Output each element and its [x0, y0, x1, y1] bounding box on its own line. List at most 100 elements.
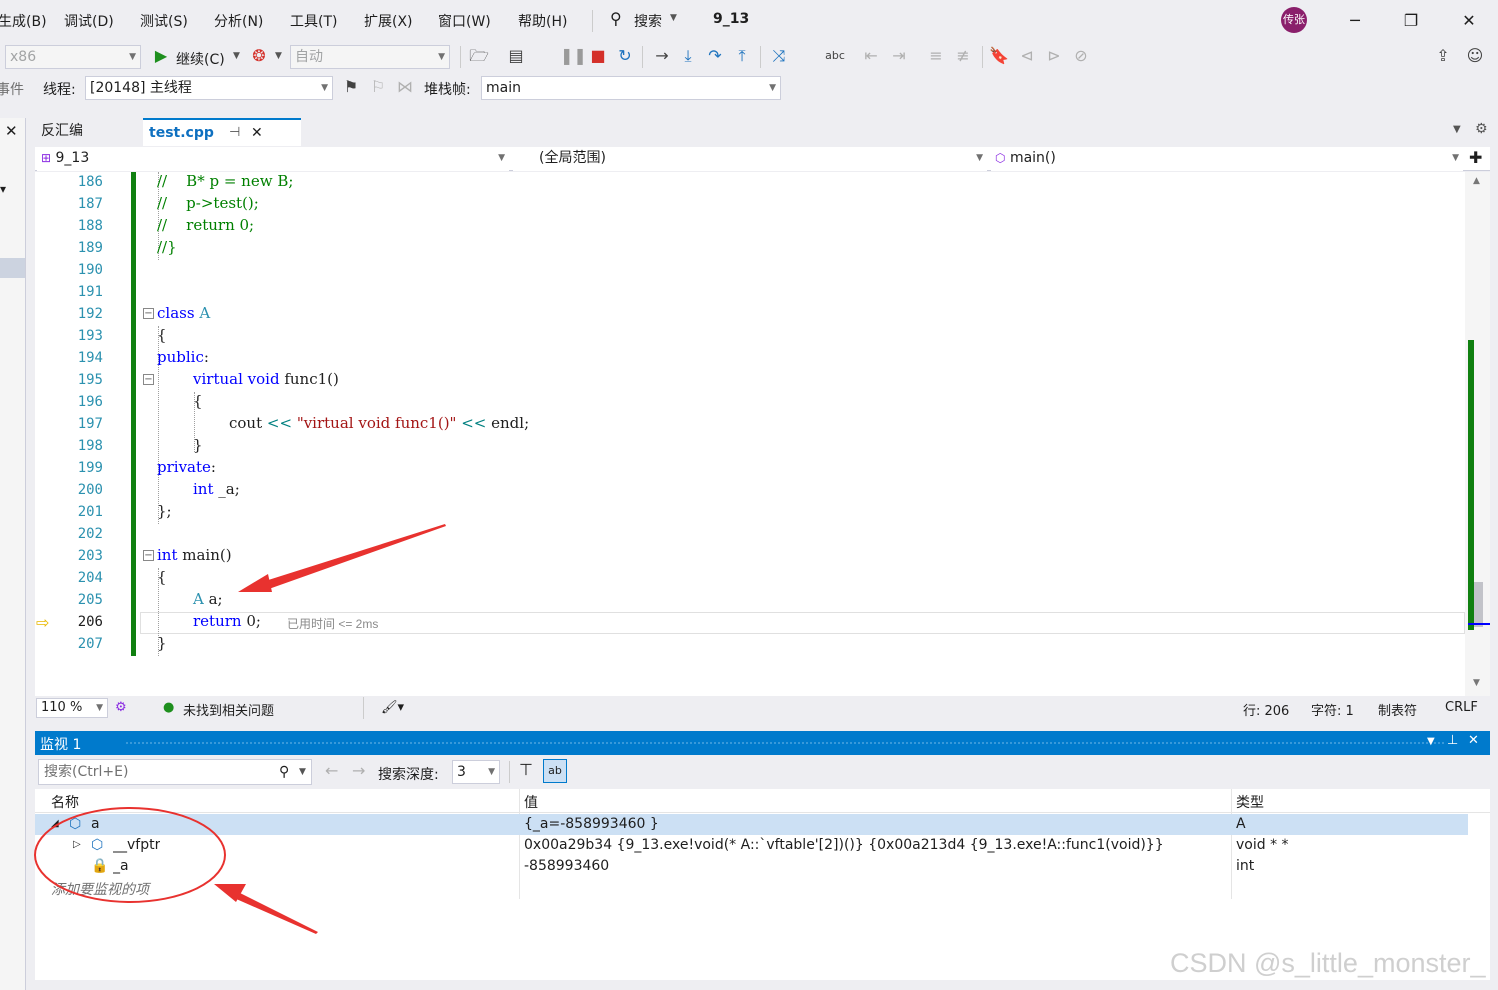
clear-bookmarks-icon[interactable]: ⊘ [1070, 45, 1092, 67]
column-type[interactable]: 类型 [1236, 792, 1264, 812]
back-icon[interactable]: ← [325, 761, 338, 780]
scroll-up-icon[interactable]: ▲ [1473, 176, 1480, 186]
hot-reload-icon[interactable]: ❂ [248, 45, 270, 67]
issues-status[interactable]: 未找到相关问题 [183, 700, 274, 719]
menu-help[interactable]: 帮助(H) [518, 11, 567, 31]
menu-extensions[interactable]: 扩展(X) [364, 11, 413, 31]
tab-disassembly[interactable]: 反汇编 [35, 118, 143, 146]
threads-icon[interactable]: ⤨ [768, 45, 790, 67]
copilot-icon[interactable]: ⚙ [115, 700, 127, 715]
folder-icon[interactable]: 🗁 [468, 45, 490, 67]
code-editor[interactable]: 186 187 188 189 190 191 192 193 194 195 196 197 198 1… [35, 172, 1490, 696]
restore-icon[interactable]: ❐ [1396, 8, 1426, 34]
feedback-icon[interactable]: ☺ [1464, 45, 1486, 67]
indent-icon[interactable]: ⇤ [860, 45, 882, 67]
code-cleanup-icon[interactable]: 🖌▾ [381, 700, 404, 715]
tab-test-cpp[interactable]: test.cpp ⊣ ✕ [143, 118, 301, 146]
watch-row-member-a[interactable]: 🔒 _a -858993460 int [35, 856, 1468, 877]
stackframe-select[interactable]: main ▼ [481, 76, 781, 100]
add-watch-placeholder[interactable]: 添加要监视的项 [51, 879, 149, 899]
collapse-icon[interactable]: − [143, 308, 154, 319]
menu-debug[interactable]: 调试(D) [64, 11, 114, 31]
scroll-down-icon[interactable]: ▼ [1473, 678, 1480, 688]
line-indicator[interactable]: 行: 206 [1243, 700, 1289, 719]
chevron-down-icon[interactable]: ▼ [299, 760, 306, 784]
pause-icon[interactable]: ❚❚ [560, 45, 587, 67]
menu-tools[interactable]: 工具(T) [290, 11, 337, 31]
close-icon[interactable]: ✕ [1468, 733, 1479, 748]
watch-panel-title[interactable]: 监视 1 ▼ ⊥ ✕ [35, 731, 1490, 755]
watch-row-a[interactable]: ◢ ⬡ a {_a=-858993460 } A [35, 814, 1468, 835]
watch-search-input[interactable]: 搜索(Ctrl+E) ⚲ ▼ [38, 759, 312, 785]
menu-window[interactable]: 窗口(W) [438, 11, 491, 31]
menu-build[interactable]: 生成(B) [0, 11, 47, 31]
watch-value[interactable]: 0x00a29b34 {9_13.exe!void(* A::`vftable'… [524, 837, 1224, 853]
tabs-indicator[interactable]: 制表符 [1378, 700, 1417, 719]
next-bookmark-icon[interactable]: ⊳ [1043, 45, 1065, 67]
chevron-down-icon[interactable]: ▼ [1427, 736, 1435, 747]
search-button[interactable]: ⚲ 搜索 ▼ [608, 9, 688, 33]
project-select[interactable]: ⊞ 9_13 ▼ [37, 147, 509, 171]
stop-icon[interactable]: ■ [587, 45, 609, 67]
gear-icon[interactable]: ⚙ [1475, 121, 1488, 137]
minimize-icon[interactable]: ─ [1340, 8, 1370, 34]
play-icon[interactable]: ▶ [150, 45, 172, 67]
step-over-icon[interactable]: ↷ [704, 45, 726, 67]
spell-check-icon[interactable]: abc [824, 45, 846, 67]
step-into-icon[interactable]: ⤓ [677, 45, 699, 67]
auto-select[interactable]: 自动 ▼ [290, 45, 450, 69]
watch-value[interactable]: -858993460 [524, 858, 1224, 874]
forward-icon[interactable]: → [352, 761, 365, 780]
column-name[interactable]: 名称 [51, 792, 79, 812]
layout-icon[interactable]: ▤ [505, 45, 527, 67]
char-indicator[interactable]: 字符: 1 [1311, 700, 1354, 719]
close-icon[interactable]: ✕ [251, 120, 263, 146]
filter-icon[interactable]: ⋈ [394, 76, 416, 98]
eol-indicator[interactable]: CRLF [1445, 700, 1478, 715]
left-strip-tab[interactable] [0, 258, 25, 278]
chevron-down-icon[interactable]: ▼ [233, 51, 240, 61]
collapse-icon[interactable]: − [143, 374, 154, 385]
expand-arrow-icon[interactable]: ▷ [73, 839, 81, 850]
flag-icon[interactable]: ⚑ [340, 76, 362, 98]
split-icon[interactable]: ✚ [1469, 148, 1482, 167]
watch-value[interactable]: {_a=-858993460 } [524, 816, 1224, 832]
hex-display-icon[interactable]: ab [543, 759, 567, 783]
search-icon[interactable]: ⚲ [279, 760, 289, 784]
step-out-icon[interactable]: ⤒ [731, 45, 753, 67]
column-value[interactable]: 值 [524, 792, 538, 812]
restart-icon[interactable]: ↻ [614, 45, 636, 67]
pin-column-icon[interactable]: ⊤ [519, 760, 533, 779]
dropdown-icon[interactable]: ▾ [0, 182, 6, 196]
pin-icon[interactable]: ⊣ [229, 120, 240, 146]
zoom-select[interactable]: 110 % ▼ [36, 698, 108, 718]
chevron-down-icon[interactable]: ▼ [275, 51, 282, 61]
prev-bookmark-icon[interactable]: ⊲ [1016, 45, 1038, 67]
depth-select[interactable]: 3 ▼ [452, 760, 500, 784]
continue-button[interactable]: 继续(C) [176, 49, 225, 69]
collapse-arrow-icon[interactable]: ◢ [51, 818, 59, 829]
avatar[interactable]: 传张 [1281, 7, 1307, 33]
watch-row-add[interactable]: 添加要监视的项 [35, 877, 1468, 898]
show-next-statement-icon[interactable]: → [651, 45, 673, 67]
tab-list-icon[interactable]: ▼ [1453, 124, 1461, 135]
menu-test[interactable]: 测试(S) [140, 11, 188, 31]
scope-select[interactable]: (全局范围) ▼ [513, 147, 987, 171]
bookmark-icon[interactable]: 🔖 [988, 45, 1010, 67]
collapse-icon[interactable]: − [143, 550, 154, 561]
close-icon[interactable]: ✕ [5, 122, 18, 140]
process-label[interactable]: 事件 [0, 79, 24, 99]
comment-icon[interactable]: ≡ [925, 45, 947, 67]
watch-row-vfptr[interactable]: ▷ ⬡ __vfptr 0x00a29b34 {9_13.exe!void(* … [35, 835, 1468, 856]
close-icon[interactable]: ✕ [1454, 8, 1484, 34]
uncomment-icon[interactable]: ≢ [952, 45, 974, 67]
member-select[interactable]: ⬡ main() ▼ [991, 147, 1463, 171]
outdent-icon[interactable]: ⇥ [888, 45, 910, 67]
thread-select[interactable]: [20148] 主线程 ▼ [85, 76, 333, 100]
scroll-thumb[interactable] [1473, 582, 1483, 627]
pin-icon[interactable]: ⊥ [1447, 733, 1458, 748]
share-icon[interactable]: ⇪ [1432, 45, 1454, 67]
flag-all-icon[interactable]: ⚐ [367, 76, 389, 98]
code-text[interactable]: − − − // B* p = new B; // p->test(); // … [141, 172, 1461, 696]
menu-analyze[interactable]: 分析(N) [214, 11, 263, 31]
